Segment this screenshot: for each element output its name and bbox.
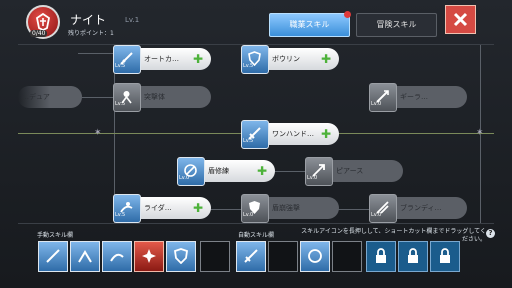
skill-name: ライダ… <box>144 204 172 212</box>
skill-level: Lv.5 <box>115 101 126 107</box>
shield-training-icon <box>177 157 205 186</box>
skill-node[interactable]: Lv.5 突撃体 <box>113 83 211 112</box>
rider-icon <box>113 194 141 223</box>
skill-name: …デュア <box>22 93 50 101</box>
one-hand-sword-icon <box>241 120 269 149</box>
close-button[interactable] <box>445 5 476 34</box>
skill-level: Lv.5 <box>243 63 254 69</box>
skill-name: オートカ… <box>144 55 179 63</box>
tab-adventure-skills[interactable]: 冒険スキル <box>356 13 437 37</box>
skill-level: Lv.0 <box>371 101 382 107</box>
auto-skill-label: 自動スキル欄 <box>238 232 275 239</box>
skill-name: ブランディ… <box>400 204 442 212</box>
lock-icon <box>408 248 418 263</box>
shield-icon <box>241 45 269 74</box>
skill-node[interactable]: Lv.0 ブランディ… <box>369 194 467 223</box>
shield-training-icon <box>308 249 322 263</box>
class-point-count: 0/40 <box>30 30 48 37</box>
tab-label: 職業スキル <box>289 20 330 29</box>
skill-name: ピアース <box>336 167 364 175</box>
shield-bash-icon <box>241 194 269 223</box>
notification-dot <box>344 11 351 18</box>
add-point-button[interactable]: ✚ <box>321 53 331 65</box>
node-marker-icon: ✶ <box>94 128 102 138</box>
charge-icon <box>78 250 92 263</box>
skill-level: Lv.0 <box>307 175 318 181</box>
manual-slot-2[interactable] <box>70 241 100 272</box>
skill-node[interactable]: Lv.5 ボウリン ✚ <box>241 45 339 74</box>
skill-node[interactable]: Lv.0 盾崩強撃 <box>241 194 339 223</box>
add-point-button[interactable]: ✚ <box>257 165 267 177</box>
auto-slot-2[interactable] <box>300 241 330 272</box>
manual-slot-4[interactable] <box>134 241 164 272</box>
auto-slot-empty[interactable] <box>268 241 298 272</box>
charge-icon <box>113 83 141 112</box>
auto-slot-1[interactable] <box>236 241 266 272</box>
remaining-points: 残りポイント：1 <box>68 30 114 37</box>
skill-level: Lv.5 <box>115 63 126 69</box>
auto-slot-locked[interactable] <box>366 241 396 272</box>
add-point-button[interactable]: ✚ <box>321 128 331 140</box>
add-point-button[interactable]: ✚ <box>193 202 203 214</box>
skill-window: 0/40 ナイト Lv.1 残りポイント：1 職業スキル 冒険スキル ✶ ✶ L… <box>0 0 512 288</box>
skill-node[interactable]: Lv.5 ライダ… ✚ <box>113 194 211 223</box>
skill-name: ワンハンド… <box>272 130 314 138</box>
node-marker-icon: ✶ <box>476 128 484 138</box>
burst-icon <box>142 249 156 263</box>
lance-icon <box>369 83 397 112</box>
tab-job-skills[interactable]: 職業スキル <box>269 11 351 37</box>
skill-level: Lv.0 <box>179 175 190 181</box>
skill-level: Lv.0 <box>371 212 382 218</box>
manual-slot-5[interactable] <box>166 241 196 272</box>
skill-level: Lv.5 <box>115 212 126 218</box>
auto-slot-locked[interactable] <box>398 241 428 272</box>
tab-label: 冒険スキル <box>376 20 417 29</box>
shield-icon <box>174 248 188 264</box>
brandish-icon <box>369 194 397 223</box>
manual-skill-label: 手動スキル欄 <box>37 232 74 239</box>
skill-level: Lv.5 <box>243 138 254 144</box>
sword-icon <box>46 249 60 263</box>
class-name: ナイト <box>70 13 107 27</box>
rider-icon <box>110 253 124 262</box>
skill-name: ギーラ… <box>400 93 428 101</box>
manual-slot-3[interactable] <box>102 241 132 272</box>
lock-icon <box>376 248 386 263</box>
auto-slot-empty[interactable] <box>332 241 362 272</box>
one-hand-sword-icon <box>244 249 258 263</box>
manual-slot-empty[interactable] <box>200 241 230 272</box>
pierce-icon <box>305 157 333 186</box>
help-icon[interactable]: ? <box>486 229 495 238</box>
skill-node[interactable]: Lv.0 ギーラ… <box>369 83 467 112</box>
skill-level: Lv.0 <box>243 212 254 218</box>
lock-icon <box>440 248 450 263</box>
sword-icon <box>113 45 141 74</box>
skill-node[interactable]: …デュア <box>18 86 82 108</box>
manual-slot-1[interactable] <box>38 241 68 272</box>
skill-node[interactable]: Lv.5 オートカ… ✚ <box>113 45 211 74</box>
skill-name: 盾崩強撃 <box>272 204 300 212</box>
skill-node[interactable]: Lv.0 ピアース <box>305 157 403 186</box>
skill-name: 突撃体 <box>144 93 165 101</box>
add-point-button[interactable]: ✚ <box>193 53 203 65</box>
skill-name: ボウリン <box>272 55 300 63</box>
skill-node[interactable]: Lv.0 盾修練 ✚ <box>177 157 275 186</box>
class-level: Lv.1 <box>125 16 140 24</box>
skill-name: 盾修練 <box>208 167 229 175</box>
skill-node[interactable]: Lv.5 ワンハンド… ✚ <box>241 120 339 149</box>
close-icon <box>453 12 468 27</box>
auto-slot-locked[interactable] <box>430 241 460 272</box>
